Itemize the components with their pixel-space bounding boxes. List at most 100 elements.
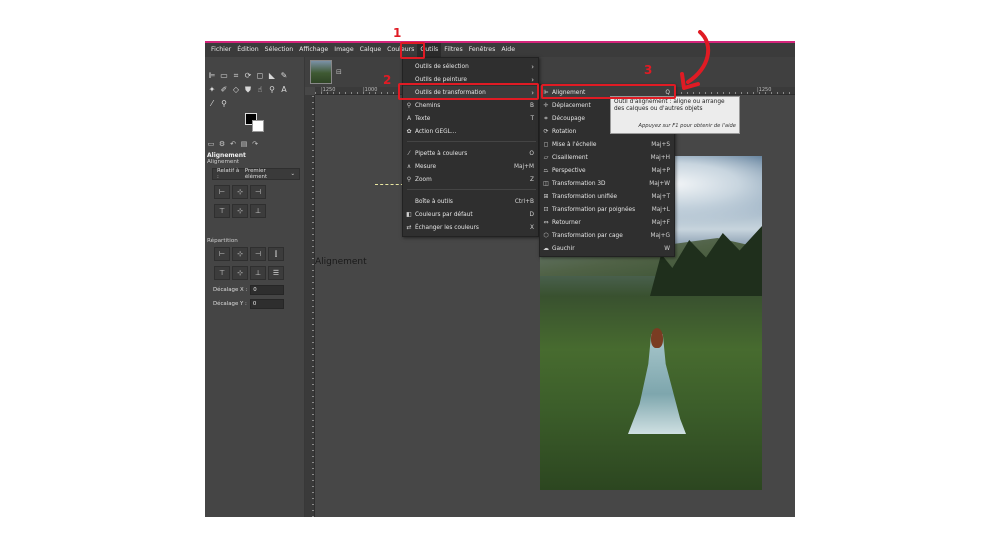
move-tool-icon[interactable]: ▭ xyxy=(219,71,229,81)
menu-item-default-colors[interactable]: ◧ Couleurs par défaut D xyxy=(403,208,538,221)
scale-tool-icon[interactable]: ◻ xyxy=(255,71,265,81)
annotation-box-transform-tools xyxy=(398,83,539,100)
scale-icon: ◻ xyxy=(543,141,549,148)
warp-tool-icon[interactable]: ◣ xyxy=(267,71,277,81)
color-picker-icon[interactable]: ⁄ xyxy=(207,99,217,109)
menu-item-handle-transform[interactable]: ⊡ Transformation par poignées Maj+L xyxy=(540,203,674,216)
annotation-box-outils xyxy=(400,42,425,59)
rotate-icon: ⟳ xyxy=(543,128,549,135)
color-picker-icon: ⁄ xyxy=(408,150,410,157)
menu-item-3d-transform[interactable]: ◫ Transformation 3D Maj+W xyxy=(540,177,674,190)
menu-item-warp[interactable]: ☁ Gauchir W xyxy=(540,242,674,255)
menu-item-paths[interactable]: ⚲ Chemins B xyxy=(403,99,538,112)
gegl-icon: ✿ xyxy=(406,128,412,135)
tool-options-subtitle: Alignement xyxy=(207,159,240,165)
paths-icon[interactable]: ⚲ xyxy=(267,85,277,95)
menu-calque[interactable]: Calque xyxy=(357,43,385,57)
offset-y-input[interactable]: 0 xyxy=(249,299,284,309)
align-middle-button[interactable]: ⊹ xyxy=(232,204,248,218)
menu-item-text[interactable]: A Texte T xyxy=(403,112,538,125)
menu-item-shear[interactable]: ▱ Cisaillement Maj+H xyxy=(540,151,674,164)
fuzzy-select-icon[interactable]: ✦ xyxy=(207,85,217,95)
menu-item-selection-tools[interactable]: Outils de sélection › xyxy=(403,60,538,73)
distribute-center-button[interactable]: ⊹ xyxy=(232,247,248,261)
menu-edition[interactable]: Édition xyxy=(234,43,261,57)
menu-item-flip[interactable]: ⇔ Retourner Maj+F xyxy=(540,216,674,229)
tool-options-title: Alignement xyxy=(207,152,246,159)
ruler-label: |1250 xyxy=(757,87,772,93)
chevron-right-icon: › xyxy=(531,62,534,71)
annotation-step-2: 2 xyxy=(383,73,392,87)
menu-selection[interactable]: Sélection xyxy=(262,43,297,57)
ruler-label: |1000 xyxy=(363,87,378,93)
background-color-swatch[interactable] xyxy=(252,120,264,132)
redo-tab-icon[interactable]: ↷ xyxy=(251,140,259,148)
toolbox-panel: ⊫ ▭ ⌗ ⟳ ◻ ◣ ✎ ✦ ✐ ◇ ⛊ ☝ ⚲ A ⁄ ⚲ ▭ ⚙ ↶ ▤ … xyxy=(205,57,305,517)
measure-icon: ∧ xyxy=(406,163,412,170)
offset-x-input[interactable]: 0 xyxy=(250,285,285,295)
crop-tool-icon[interactable]: ⌗ xyxy=(231,71,241,81)
zoom-icon: ⚲ xyxy=(406,176,412,183)
image-tabs-strip: ⊟ xyxy=(305,57,795,87)
rotate-tool-icon[interactable]: ⟳ xyxy=(243,71,253,81)
smudge-icon[interactable]: ☝ xyxy=(255,85,265,95)
offset-x-label: Décalage X : xyxy=(213,287,248,293)
paintbrush-icon[interactable]: ✐ xyxy=(219,85,229,95)
swap-colors-icon: ⇄ xyxy=(406,224,412,231)
align-top-edge-button[interactable]: ⊤ xyxy=(214,204,230,218)
handle-transform-icon: ⊡ xyxy=(543,206,549,213)
unified-transform-icon: ⊞ xyxy=(543,193,549,200)
close-image-icon[interactable]: ⊟ xyxy=(336,68,342,76)
menu-fenetres[interactable]: Fenêtres xyxy=(466,43,499,57)
cage-transform-icon: ⬡ xyxy=(543,232,549,239)
offset-x-row: Décalage X : 0 xyxy=(213,285,285,295)
image-figure-hair xyxy=(651,328,663,348)
relative-to-select[interactable]: Relatif à : Premier élément ⌄ xyxy=(212,168,300,180)
distribute-left-button[interactable]: ⊢ xyxy=(214,247,230,261)
distribute-right-button[interactable]: ⊣ xyxy=(250,247,266,261)
menu-item-toolbox[interactable]: Boîte à outils Ctrl+B xyxy=(403,195,538,208)
menu-item-zoom[interactable]: ⚲ Zoom Z xyxy=(403,173,538,186)
text-tool-icon[interactable]: A xyxy=(279,85,289,95)
menu-item-gegl-action[interactable]: ✿ Action GEGL... xyxy=(403,125,538,138)
align-center-horizontal-button[interactable]: ⊹ xyxy=(232,185,248,199)
menu-separator xyxy=(407,141,536,142)
images-tab-icon[interactable]: ▤ xyxy=(240,140,248,148)
menu-image[interactable]: Image xyxy=(331,43,356,57)
menu-item-color-picker[interactable]: ⁄ Pipette à couleurs O xyxy=(403,147,538,160)
vertical-ruler[interactable] xyxy=(305,95,315,517)
align-bottom-edge-button[interactable]: ⊥ xyxy=(250,204,266,218)
distribute-horizontal-button[interactable]: ⫿ xyxy=(268,247,284,261)
default-colors-icon: ◧ xyxy=(406,211,412,218)
eraser-icon[interactable]: ◇ xyxy=(231,85,241,95)
menu-fichier[interactable]: Fichier xyxy=(208,43,234,57)
align-right-edge-button[interactable]: ⊣ xyxy=(250,185,266,199)
device-status-tab-icon[interactable]: ⚙ xyxy=(218,140,226,148)
distribute-vertical-button[interactable]: ☰ xyxy=(268,266,284,280)
menu-item-unified-transform[interactable]: ⊞ Transformation unifiée Maj+T xyxy=(540,190,674,203)
annotation-box-alignment xyxy=(541,84,676,99)
dock-tabs: ▭ ⚙ ↶ ▤ ↷ xyxy=(207,140,259,148)
paths-icon: ⚲ xyxy=(406,102,412,109)
tool-options-tab-icon[interactable]: ▭ xyxy=(207,140,215,148)
menu-item-perspective[interactable]: ⏢ Perspective Maj+P xyxy=(540,164,674,177)
distribute-top-button[interactable]: ⊤ xyxy=(214,266,230,280)
undo-history-tab-icon[interactable]: ↶ xyxy=(229,140,237,148)
distribute-middle-button[interactable]: ⊹ xyxy=(232,266,248,280)
align-left-edge-button[interactable]: ⊢ xyxy=(214,185,230,199)
menu-item-measure[interactable]: ∧ Mesure Maj+M xyxy=(403,160,538,173)
distribute-bottom-button[interactable]: ⊥ xyxy=(250,266,266,280)
alignment-tooltip: Outil d'alignement : aligne ou arrange d… xyxy=(610,96,740,134)
menu-item-scale[interactable]: ◻ Mise à l'échelle Maj+S xyxy=(540,138,674,151)
menu-aide[interactable]: Aide xyxy=(498,43,518,57)
pencil-tool-icon[interactable]: ✎ xyxy=(279,71,289,81)
menu-item-cage-transform[interactable]: ⬡ Transformation par cage Maj+G xyxy=(540,229,674,242)
align-tool-icon[interactable]: ⊫ xyxy=(207,71,217,81)
menu-affichage[interactable]: Affichage xyxy=(296,43,331,57)
clone-icon[interactable]: ⛊ xyxy=(243,85,253,95)
menu-filtres[interactable]: Filtres xyxy=(441,43,465,57)
image-thumbnail[interactable] xyxy=(310,60,332,84)
menu-item-swap-colors[interactable]: ⇄ Échanger les couleurs X xyxy=(403,221,538,234)
zoom-tool-icon[interactable]: ⚲ xyxy=(219,99,229,109)
offset-y-label: Décalage Y : xyxy=(213,301,247,307)
